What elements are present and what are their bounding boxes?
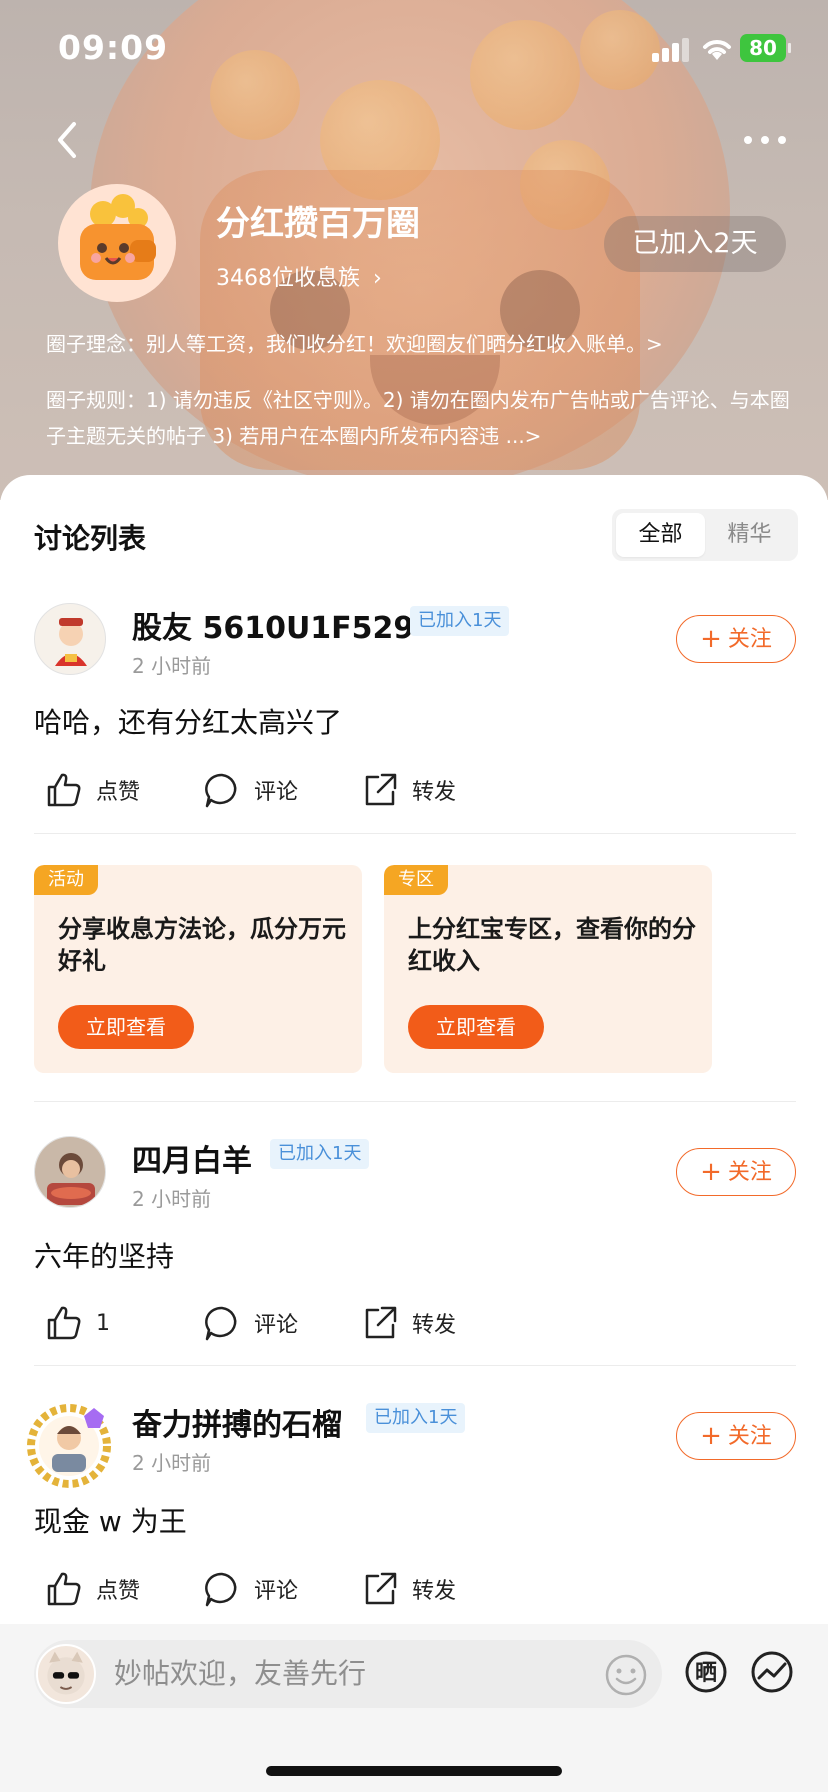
circle-avatar [58,184,176,302]
share-icon [365,1572,397,1605]
like-label: 点赞 [96,780,141,805]
share-icon [365,773,397,806]
post-time: 2 小时前 [132,1187,212,1211]
tab-featured[interactable]: 精华 [705,513,794,557]
share-earnings-icon[interactable]: 晒 [684,1650,728,1694]
status-time: 09:09 [58,28,169,67]
post-content[interactable]: 哈哈，还有分红太高兴了 [34,701,342,741]
signal-icon [652,38,692,62]
post-username[interactable]: 四月白羊 [132,1136,252,1180]
wifi-icon [703,40,731,60]
emoji-icon[interactable] [604,1653,648,1697]
like-label: 点赞 [96,1579,141,1604]
wallet-mascot-icon [80,194,156,280]
thumbs-up-icon [47,1572,81,1606]
cat-avatar-icon [47,1651,85,1695]
battery-icon: 80 [740,34,791,62]
promo-tag: 专区 [384,865,448,895]
joined-status-button[interactable]: 已加入2天 [604,216,786,272]
follow-label: 关注 [727,627,772,652]
joined-badge: 已加入1天 [366,1403,466,1433]
forward-label: 转发 [412,1313,457,1338]
discussion-list-title: 讨论列表 [34,522,147,555]
post-username[interactable]: 奋力拼搏的石榴 [132,1400,342,1444]
follow-label: 关注 [727,1424,772,1449]
circle-philosophy[interactable]: 圈子理念：别人等工资，我们收分红！欢迎圈友们晒分红收入账单。> [46,328,786,357]
input-placeholder: 妙帖欢迎，友善先行 [114,1657,367,1690]
joined-badge: 已加入1天 [270,1139,370,1169]
fortune-god-avatar-icon [55,618,87,666]
post-username[interactable]: 股友 5610U1F529 [132,603,414,647]
promo-card-zone[interactable]: 专区 上分红宝专区，查看你的分红收入 立即查看 [384,865,712,1073]
forward-label: 转发 [412,780,457,805]
back-icon[interactable] [48,118,88,162]
forward-button[interactable]: 转发 [360,765,456,815]
promo-card-activity[interactable]: 活动 分享收息方法论，瓜分万元好礼 立即查看 [34,865,362,1073]
share-earnings-glyph: 晒 [695,1661,717,1686]
divider [34,1101,796,1102]
share-icon [365,1306,397,1339]
post-time: 2 小时前 [132,654,212,678]
joined-badge: 已加入1天 [410,606,510,636]
avatar[interactable] [34,1136,106,1208]
laurel-avatar-icon [27,1404,111,1488]
comment-button[interactable]: 评论 [202,1298,298,1348]
post-time: 2 小时前 [132,1451,212,1475]
comment-label: 评论 [254,1313,299,1338]
post-content[interactable]: 现金 w 为王 [34,1500,187,1540]
circle-name: 分红攒百万圈 [216,204,420,244]
chevron-right-icon: › [373,266,382,291]
avatar[interactable] [24,1398,114,1488]
comment-label: 评论 [254,1579,299,1604]
members-link[interactable]: 3468位收息族 › [216,260,382,292]
forward-label: 转发 [412,1579,457,1604]
home-indicator [266,1766,562,1776]
post-content[interactable]: 六年的坚持 [34,1235,174,1275]
forward-button[interactable]: 转发 [360,1298,456,1348]
comment-label: 评论 [254,780,299,805]
post-actions: 1 评论 转发 [34,1298,794,1348]
members-count: 3468位收息族 [216,266,360,291]
divider [34,1365,796,1366]
forward-button[interactable]: 转发 [360,1564,456,1614]
promo-text: 分享收息方法论，瓜分万元好礼 [58,915,346,975]
plus-icon: + [700,624,722,654]
user-photo-avatar-icon [35,1137,105,1207]
follow-button[interactable]: + 关注 [676,615,796,663]
comment-input[interactable]: 妙帖欢迎，友善先行 [34,1640,662,1708]
comment-icon [205,1572,237,1607]
like-button[interactable]: 点赞 [44,1564,140,1614]
like-button[interactable]: 1 [44,1298,110,1348]
view-now-button[interactable]: 立即查看 [58,1005,194,1049]
plus-icon: + [700,1421,722,1451]
comment-button[interactable]: 评论 [202,1564,298,1614]
circle-rules[interactable]: 圈子规则：1) 请勿违反《社区守则》。2) 请勿在圈内发布广告帖或广告评论、与本… [46,382,790,454]
status-bar: 09:09 80 [0,0,828,100]
follow-label: 关注 [727,1160,772,1185]
promo-tag: 活动 [34,865,98,895]
post-actions: 点赞 评论 转发 [34,765,794,815]
view-now-button[interactable]: 立即查看 [408,1005,544,1049]
filter-tabs: 全部 精华 [612,509,798,561]
more-icon[interactable] [740,126,790,154]
like-count: 1 [96,1310,110,1336]
stock-chart-icon[interactable] [750,1650,794,1694]
follow-button[interactable]: + 关注 [676,1412,796,1460]
comment-button[interactable]: 评论 [202,765,298,815]
tab-all[interactable]: 全部 [616,513,705,557]
share-earnings-circle-icon: 晒 [685,1651,727,1693]
comment-icon [205,1306,237,1341]
divider [34,833,796,834]
plus-icon: + [700,1157,722,1187]
avatar[interactable] [34,603,106,675]
post-actions: 点赞 评论 转发 [34,1564,794,1614]
follow-button[interactable]: + 关注 [676,1148,796,1196]
promo-text: 上分红宝专区，查看你的分红收入 [408,915,696,975]
comment-icon [205,773,237,808]
my-avatar [36,1644,96,1704]
thumbs-up-icon [47,1306,81,1340]
thumbs-up-icon [47,773,81,807]
like-button[interactable]: 点赞 [44,765,140,815]
